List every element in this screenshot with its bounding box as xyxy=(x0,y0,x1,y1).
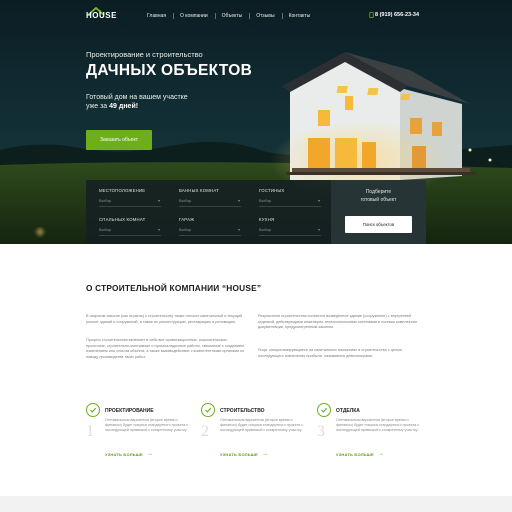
filter-value: Выбор xyxy=(99,227,112,232)
filter-label-location: МЕСТОПОЛОЖЕНИЕ xyxy=(99,188,146,193)
filter-select-bathrooms[interactable]: Выбор ▾ xyxy=(179,197,241,207)
check-icon xyxy=(201,403,215,417)
about-col2-p1: Результатом строительства считается возв… xyxy=(258,314,417,330)
hero-title: ДАЧНЫХ ОБЪЕКТОВ xyxy=(86,62,253,79)
about-col1-p2: Процесс строительства включает в себя вс… xyxy=(86,338,245,359)
check-icon xyxy=(86,403,100,417)
check-icon xyxy=(317,403,331,417)
learn-more-link[interactable]: УЗНАТЬ БОЛЬШЕ xyxy=(336,452,374,457)
filter-search-box: Подберите готовый объект Поиск объектов xyxy=(331,180,426,244)
about-title: О СТРОИТЕЛЬНОЙ КОМПАНИИ “HOUSE” xyxy=(86,283,262,293)
stage-title: СТРОИТЕЛЬСТВО xyxy=(220,408,265,414)
phone-number[interactable]: 8 (919) 656-23-34 xyxy=(375,12,419,18)
order-object-button[interactable]: Заказать объект xyxy=(86,130,152,150)
chevron-down-icon: ▾ xyxy=(157,198,160,203)
stage-finishing: ОТДЕЛКА 3 Оптимальным вариантом (второе … xyxy=(317,403,427,463)
nav-item-home[interactable]: Главная xyxy=(140,13,173,19)
hero-section: HOUSE Главная О компании Объекты Отзывы … xyxy=(0,0,512,244)
stage-text: Оптимальным вариантом (второе время и фи… xyxy=(220,418,304,433)
filter-select-living-rooms[interactable]: Выбор ▾ xyxy=(259,197,321,207)
stage-title: ПРОЕКТИРОВАНИЕ xyxy=(105,408,154,414)
arrow-right-icon[interactable]: → xyxy=(378,451,384,457)
hero-tagline: Готовый дом на вашем участке xyxy=(86,94,188,101)
main-nav: Главная О компании Объекты Отзывы Контак… xyxy=(140,13,317,19)
chevron-down-icon: ▾ xyxy=(317,227,320,232)
footer-band xyxy=(0,496,512,512)
filter-select-kitchen[interactable]: Выбор ▾ xyxy=(259,226,321,236)
stage-title: ОТДЕЛКА xyxy=(336,408,360,414)
filter-label-garage: ГАРАЖ xyxy=(179,217,195,222)
filter-value: Выбор xyxy=(259,198,272,203)
stage-number: 2 xyxy=(201,423,209,440)
filter-label-living-rooms: ГОСТИНЫХ xyxy=(259,188,285,193)
filter-select-location[interactable]: Выбор ▾ xyxy=(99,197,161,207)
learn-more-link[interactable]: УЗНАТЬ БОЛЬШЕ xyxy=(220,452,258,457)
hero-tagline-days: уже за 49 дней! xyxy=(86,103,138,110)
hero-tagline-days-value: 49 дней! xyxy=(109,103,139,110)
object-filter-panel: МЕСТОПОЛОЖЕНИЕ Выбор ▾ ВАННЫХ КОМНАТ Выб… xyxy=(86,180,426,244)
chevron-down-icon: ▾ xyxy=(237,227,240,232)
site-header: HOUSE Главная О компании Объекты Отзывы … xyxy=(0,0,512,32)
nav-item-about[interactable]: О компании xyxy=(173,13,215,19)
stage-construction: СТРОИТЕЛЬСТВО 2 Оптимальным вариантом (в… xyxy=(201,403,311,463)
filter-value: Выбор xyxy=(99,198,112,203)
search-objects-button[interactable]: Поиск объектов xyxy=(345,216,412,233)
filter-label-kitchen: КУХНЯ xyxy=(259,217,275,222)
stage-text: Оптимальным вариантом (второе время и фи… xyxy=(105,418,189,433)
filter-value: Выбор xyxy=(179,227,192,232)
chevron-down-icon: ▾ xyxy=(157,227,160,232)
filter-label-bathrooms: ВАННЫХ КОМНАТ xyxy=(179,188,219,193)
hero-tagline-prefix: уже за xyxy=(86,103,108,110)
filter-select-garage[interactable]: Выбор ▾ xyxy=(179,226,241,236)
about-col1-p1: В широком смысле (как отрасль) к строите… xyxy=(86,314,243,324)
filter-cta-line2: готовый объект xyxy=(360,197,397,203)
arrow-right-icon[interactable]: → xyxy=(147,451,153,457)
nav-item-reviews[interactable]: Отзывы xyxy=(249,13,281,19)
phone-icon xyxy=(369,12,374,18)
chevron-down-icon: ▾ xyxy=(317,198,320,203)
nav-item-contacts[interactable]: Контакты xyxy=(281,13,318,19)
arrow-right-icon[interactable]: → xyxy=(262,451,268,457)
nav-item-objects[interactable]: Объекты xyxy=(214,13,250,19)
logo-text[interactable]: HOUSE xyxy=(86,11,117,20)
stage-number: 1 xyxy=(86,423,94,440)
filter-value: Выбор xyxy=(179,198,192,203)
stage-number: 3 xyxy=(317,423,325,440)
filter-cta-line1: Подберите xyxy=(365,189,392,195)
chevron-down-icon: ▾ xyxy=(237,198,240,203)
hero-subtitle: Проектирование и строительство xyxy=(86,50,203,59)
stage-design: ПРОЕКТИРОВАНИЕ 1 Оптимальным вариантом (… xyxy=(86,403,196,463)
stage-text: Оптимальным вариантом (второе время и фи… xyxy=(336,418,420,433)
about-col2-p2: Лица, специализирующиеся на капитальных … xyxy=(258,348,402,358)
filter-label-bedrooms: СПАЛЬНЫХ КОМНАТ xyxy=(99,217,146,222)
filter-select-bedrooms[interactable]: Выбор ▾ xyxy=(99,226,161,236)
learn-more-link[interactable]: УЗНАТЬ БОЛЬШЕ xyxy=(105,452,143,457)
filter-value: Выбор xyxy=(259,227,272,232)
